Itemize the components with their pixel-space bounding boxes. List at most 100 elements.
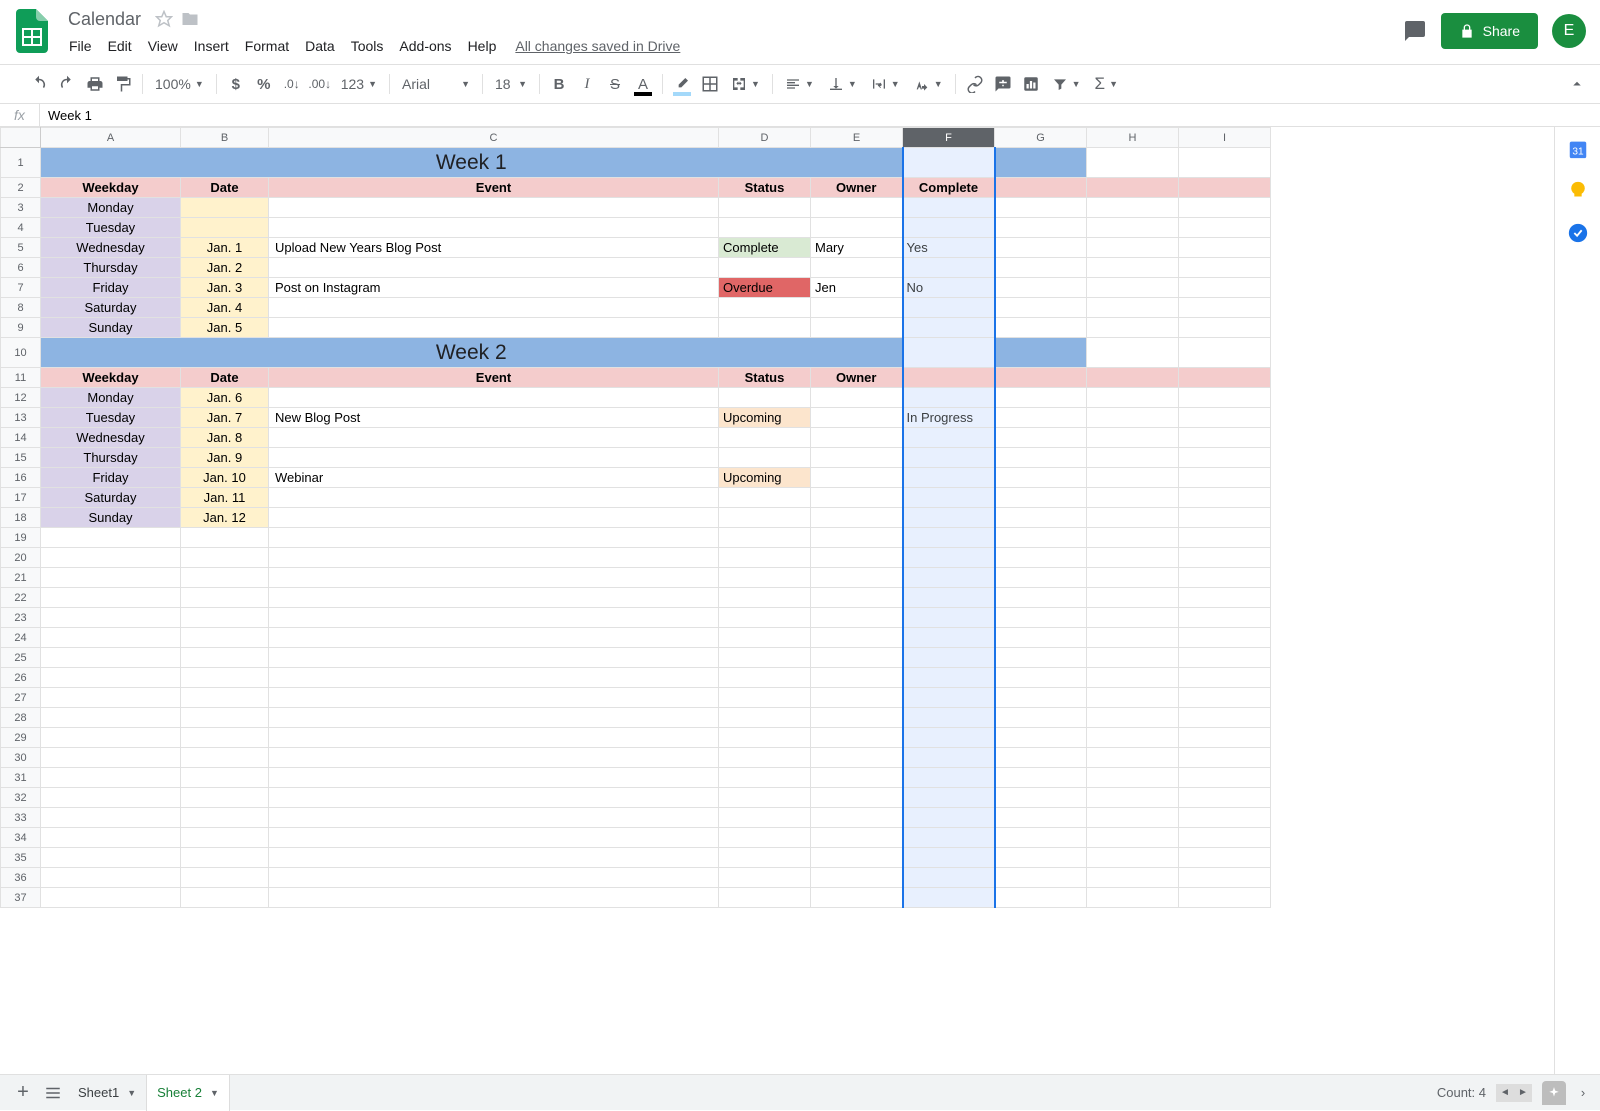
cell[interactable] — [269, 568, 719, 588]
cell[interactable]: Date — [181, 178, 269, 198]
decrease-decimal-icon[interactable]: .0↓ — [279, 71, 305, 97]
cell[interactable] — [811, 588, 903, 608]
row-header-4[interactable]: 4 — [1, 218, 41, 238]
cell[interactable]: Upcoming — [719, 408, 811, 428]
cell[interactable] — [903, 428, 995, 448]
formula-input[interactable] — [40, 104, 1600, 126]
row-header-23[interactable]: 23 — [1, 608, 41, 628]
cell[interactable] — [719, 608, 811, 628]
cell[interactable] — [995, 508, 1087, 528]
cell[interactable]: Tuesday — [41, 218, 181, 238]
cell[interactable] — [1179, 628, 1271, 648]
cell[interactable]: Thursday — [41, 448, 181, 468]
cell[interactable]: Tuesday — [41, 408, 181, 428]
currency-icon[interactable]: $ — [223, 71, 249, 97]
font-dropdown[interactable]: Arial▼ — [396, 71, 476, 97]
cell[interactable] — [903, 548, 995, 568]
cell[interactable] — [41, 808, 181, 828]
row-header-8[interactable]: 8 — [1, 298, 41, 318]
cell[interactable] — [269, 668, 719, 688]
cell[interactable] — [41, 748, 181, 768]
strikethrough-icon[interactable]: S — [602, 71, 628, 97]
cell[interactable] — [719, 528, 811, 548]
cell[interactable]: Jan. 11 — [181, 488, 269, 508]
cell[interactable]: Yes — [903, 238, 995, 258]
collapse-toolbar-icon[interactable] — [1564, 71, 1590, 97]
cell[interactable] — [719, 628, 811, 648]
cell[interactable] — [903, 468, 995, 488]
cell[interactable] — [1179, 198, 1271, 218]
cell[interactable] — [903, 648, 995, 668]
percent-icon[interactable]: % — [251, 71, 277, 97]
cell[interactable] — [811, 548, 903, 568]
cell[interactable] — [811, 528, 903, 548]
cell[interactable] — [903, 218, 995, 238]
menu-addons[interactable]: Add-ons — [392, 34, 458, 58]
cell[interactable] — [995, 148, 1087, 178]
row-header-30[interactable]: 30 — [1, 748, 41, 768]
cell[interactable] — [41, 828, 181, 848]
cell[interactable] — [903, 828, 995, 848]
italic-icon[interactable]: I — [574, 71, 600, 97]
cell[interactable] — [719, 198, 811, 218]
row-header-36[interactable]: 36 — [1, 868, 41, 888]
cell[interactable] — [41, 688, 181, 708]
cell[interactable] — [903, 748, 995, 768]
cell[interactable] — [1179, 788, 1271, 808]
cell[interactable] — [1179, 608, 1271, 628]
cell[interactable] — [811, 828, 903, 848]
cell[interactable] — [269, 888, 719, 908]
cell[interactable] — [719, 218, 811, 238]
cell[interactable] — [1087, 508, 1179, 528]
wrap-dropdown[interactable]: ▼ — [865, 71, 906, 97]
cell[interactable]: Wednesday — [41, 428, 181, 448]
filter-dropdown[interactable]: ▼ — [1046, 71, 1087, 97]
cell[interactable] — [269, 788, 719, 808]
cell[interactable] — [995, 528, 1087, 548]
cell[interactable] — [1087, 608, 1179, 628]
cell[interactable] — [903, 298, 995, 318]
cell[interactable] — [1087, 728, 1179, 748]
cell[interactable] — [1179, 568, 1271, 588]
menu-insert[interactable]: Insert — [187, 34, 236, 58]
cell[interactable] — [41, 608, 181, 628]
cell[interactable] — [995, 728, 1087, 748]
cell[interactable] — [181, 648, 269, 668]
cell[interactable]: Jan. 12 — [181, 508, 269, 528]
cell[interactable] — [719, 808, 811, 828]
cell[interactable] — [269, 868, 719, 888]
cell[interactable]: Sunday — [41, 318, 181, 338]
cell[interactable]: Event — [269, 178, 719, 198]
cell[interactable] — [903, 148, 995, 178]
cell[interactable] — [1179, 648, 1271, 668]
cell[interactable]: Jan. 4 — [181, 298, 269, 318]
col-header-I[interactable]: I — [1179, 128, 1271, 148]
row-header-7[interactable]: 7 — [1, 278, 41, 298]
cell[interactable]: Owner — [811, 178, 903, 198]
cell[interactable] — [995, 768, 1087, 788]
cell[interactable] — [1179, 238, 1271, 258]
show-side-panel-icon[interactable]: › — [1574, 1085, 1592, 1100]
cell[interactable]: Saturday — [41, 488, 181, 508]
cell[interactable] — [1087, 488, 1179, 508]
menu-format[interactable]: Format — [238, 34, 296, 58]
cell[interactable] — [811, 688, 903, 708]
cell[interactable] — [995, 468, 1087, 488]
cell[interactable] — [269, 808, 719, 828]
cell[interactable]: Monday — [41, 388, 181, 408]
spreadsheet-grid[interactable]: ABCDEFGHI1Week 12WeekdayDateEventStatusO… — [0, 127, 1554, 1074]
cell[interactable] — [181, 748, 269, 768]
cell[interactable] — [181, 768, 269, 788]
cell[interactable] — [903, 608, 995, 628]
row-header-34[interactable]: 34 — [1, 828, 41, 848]
select-all-corner[interactable] — [1, 128, 41, 148]
cell[interactable] — [903, 768, 995, 788]
cell[interactable] — [995, 218, 1087, 238]
col-header-G[interactable]: G — [995, 128, 1087, 148]
row-header-9[interactable]: 9 — [1, 318, 41, 338]
row-header-26[interactable]: 26 — [1, 668, 41, 688]
cell[interactable] — [1179, 278, 1271, 298]
paint-format-icon[interactable] — [110, 71, 136, 97]
col-header-C[interactable]: C — [269, 128, 719, 148]
cell[interactable] — [41, 788, 181, 808]
